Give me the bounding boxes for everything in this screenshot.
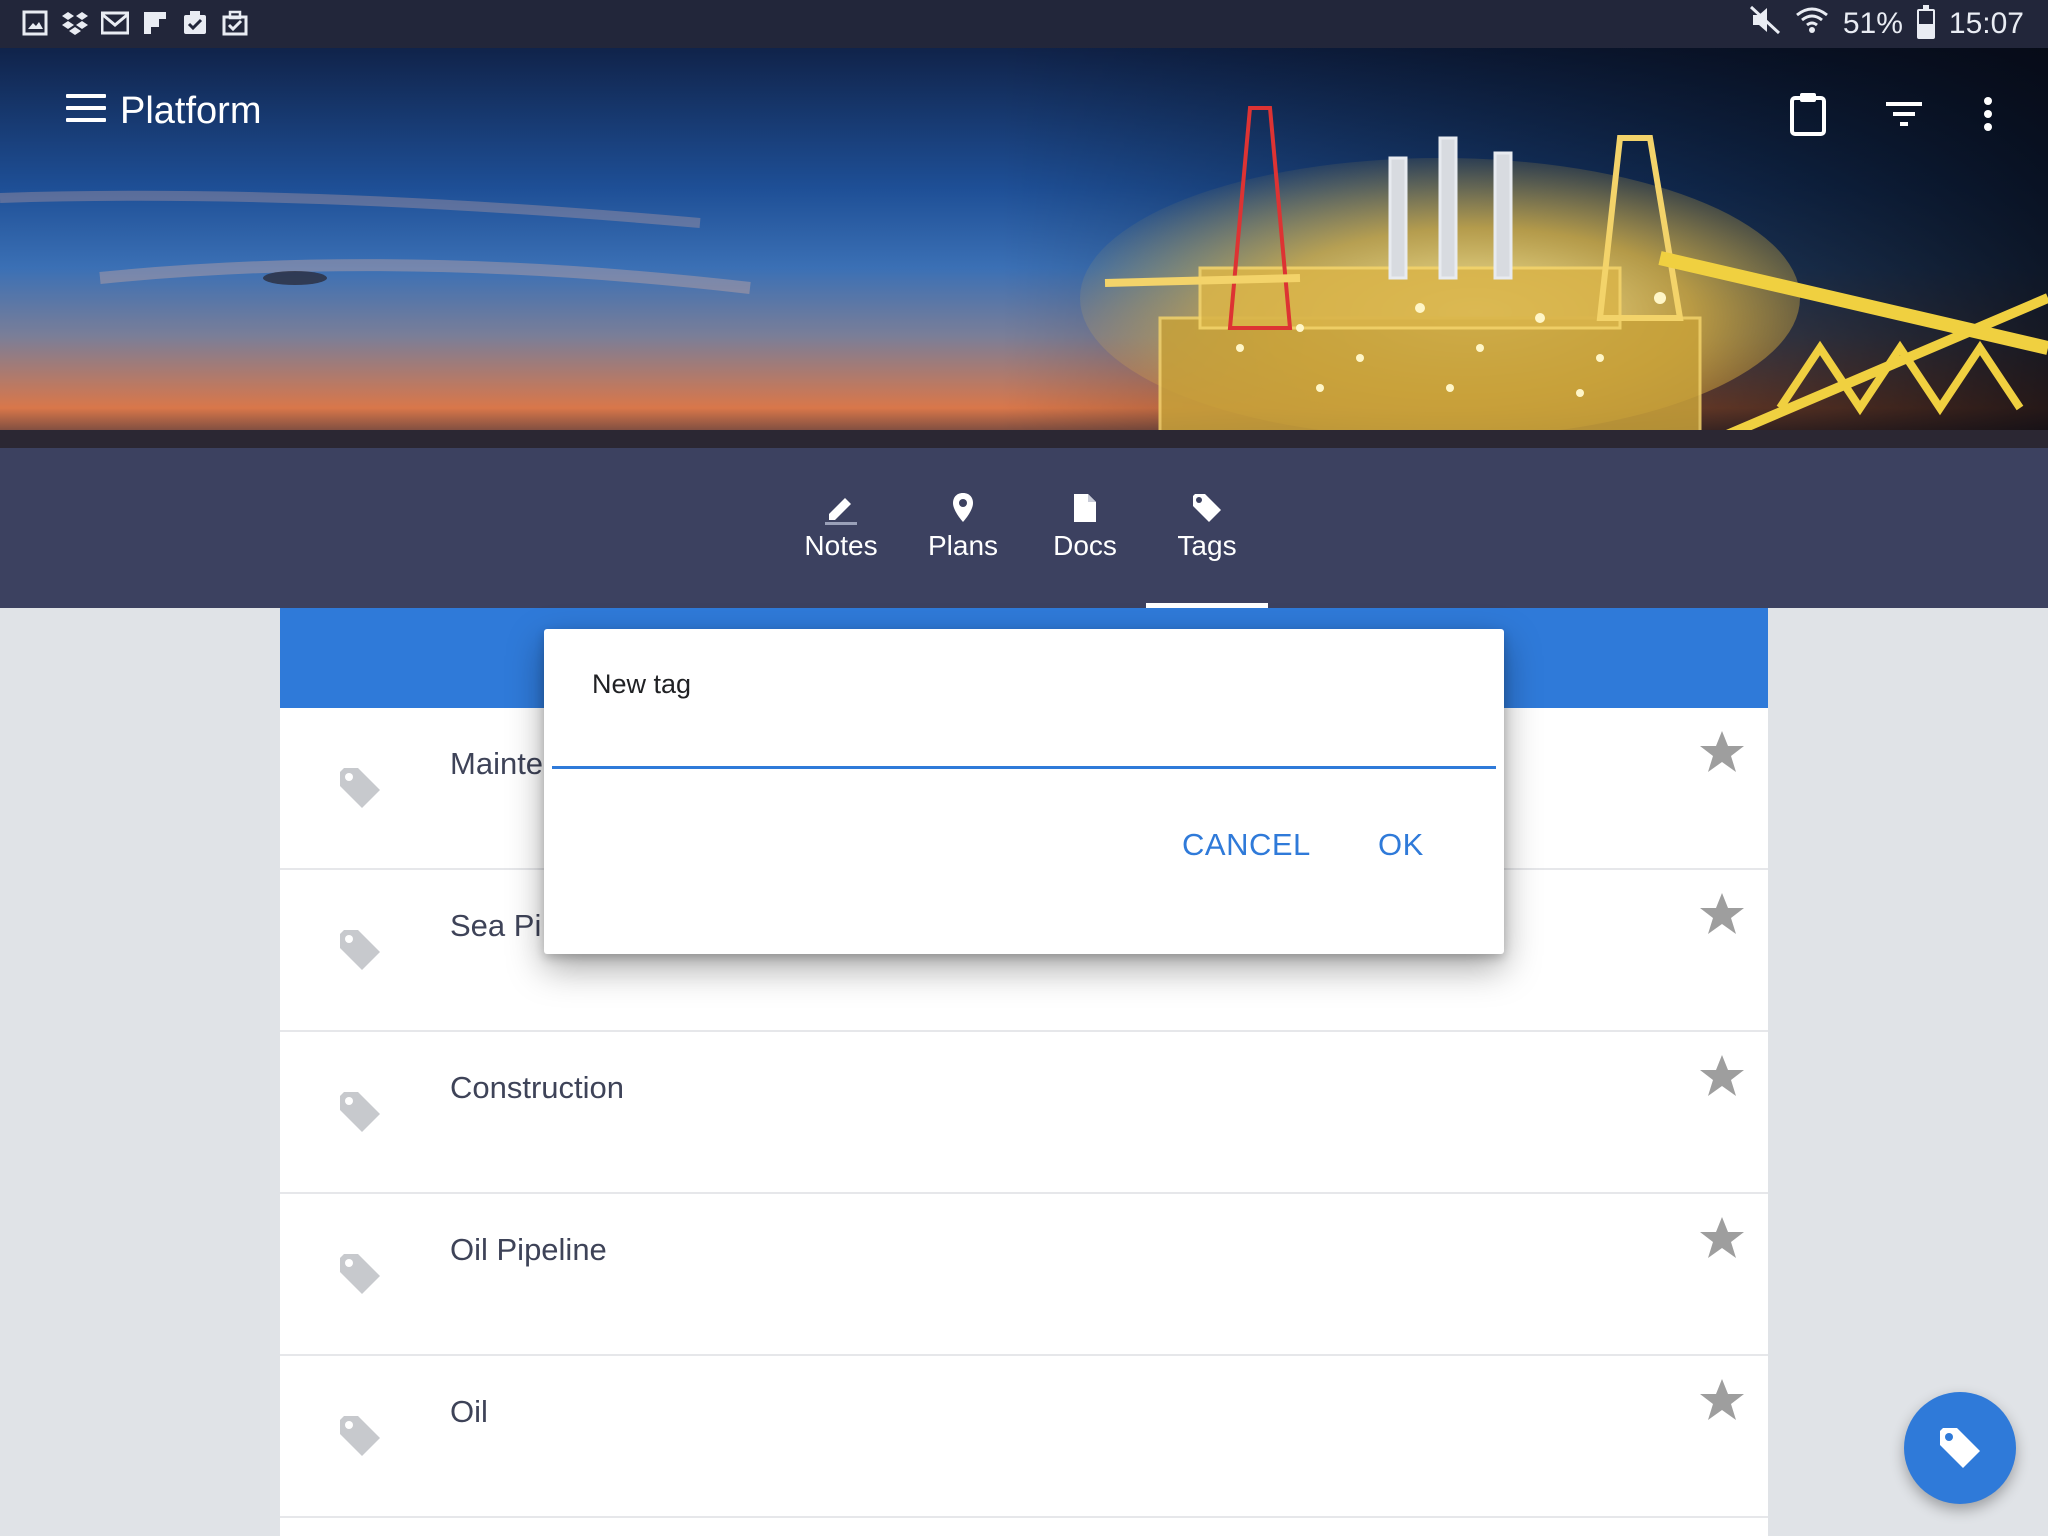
- flipboard-icon: [140, 8, 170, 38]
- list-item[interactable]: Construction: [280, 1032, 1768, 1194]
- pencil-icon: [780, 488, 902, 528]
- notification-icons: [20, 8, 250, 38]
- tab-label: Notes: [804, 530, 878, 561]
- tag-label: Oil: [450, 1394, 488, 1429]
- tag-label: Sea Pi: [450, 908, 542, 943]
- system-status: 51% 15:07: [1749, 0, 2024, 48]
- list-item[interactable]: Oil: [280, 1356, 1768, 1518]
- clock: 15:07: [1948, 7, 2024, 40]
- mute-icon: [1749, 5, 1781, 43]
- star-icon[interactable]: [1698, 1052, 1746, 1100]
- tabs-bar: Notes Plans Docs Tags: [0, 448, 2048, 608]
- star-icon[interactable]: [1698, 1214, 1746, 1262]
- tag-icon: [340, 768, 380, 808]
- tab-tags[interactable]: Tags: [1146, 448, 1268, 608]
- clipboard-check-icon: [180, 8, 210, 38]
- add-tag-button[interactable]: [1904, 1392, 2016, 1504]
- status-bar: 51% 15:07: [0, 0, 2048, 48]
- tag-icon: [340, 1092, 380, 1132]
- document-icon: [1024, 488, 1146, 528]
- app-title: Platform: [120, 90, 262, 132]
- new-tag-dialog: New tag CANCEL OK: [544, 629, 1504, 954]
- tag-name-input[interactable]: [552, 719, 1496, 769]
- tag-label: Oil Pipeline: [450, 1232, 607, 1267]
- filter-icon[interactable]: [1876, 86, 1932, 142]
- wifi-icon: [1795, 5, 1829, 43]
- star-icon[interactable]: [1698, 728, 1746, 776]
- tab-label: Plans: [927, 530, 999, 561]
- tab-plans[interactable]: Plans: [902, 448, 1024, 608]
- tag-label: Mainte: [450, 746, 544, 781]
- mail-icon: [100, 8, 130, 38]
- battery-percent: 51%: [1842, 7, 1903, 40]
- tag-icon: [340, 930, 380, 970]
- sea-strip: [0, 430, 2048, 448]
- gallery-icon: [20, 8, 50, 38]
- location-pin-icon: [902, 488, 1024, 528]
- tag-icon: [1940, 1428, 1980, 1468]
- battery-icon: [1916, 5, 1935, 39]
- dropbox-icon: [60, 8, 90, 38]
- list-item[interactable]: Oil Pipeline: [280, 1194, 1768, 1356]
- tag-icon: [340, 1254, 380, 1294]
- app-toolbar: Platform: [0, 48, 2048, 176]
- ok-button[interactable]: OK: [1378, 827, 1424, 863]
- menu-icon[interactable]: [66, 94, 106, 128]
- tab-label: Tags: [1177, 530, 1237, 561]
- dialog-title: New tag: [592, 669, 692, 699]
- briefcase-check-icon: [220, 8, 250, 38]
- more-vert-icon[interactable]: [1960, 86, 2016, 142]
- clipboard-icon[interactable]: [1780, 86, 1836, 142]
- tab-label: Docs: [1053, 530, 1117, 561]
- tab-docs[interactable]: Docs: [1024, 448, 1146, 608]
- tag-icon: [340, 1416, 380, 1456]
- star-icon[interactable]: [1698, 1376, 1746, 1424]
- cancel-button[interactable]: CANCEL: [1182, 827, 1311, 863]
- tag-label: Construction: [450, 1070, 625, 1105]
- tab-notes[interactable]: Notes: [780, 448, 902, 608]
- tag-icon: [1146, 488, 1268, 528]
- star-icon[interactable]: [1698, 890, 1746, 938]
